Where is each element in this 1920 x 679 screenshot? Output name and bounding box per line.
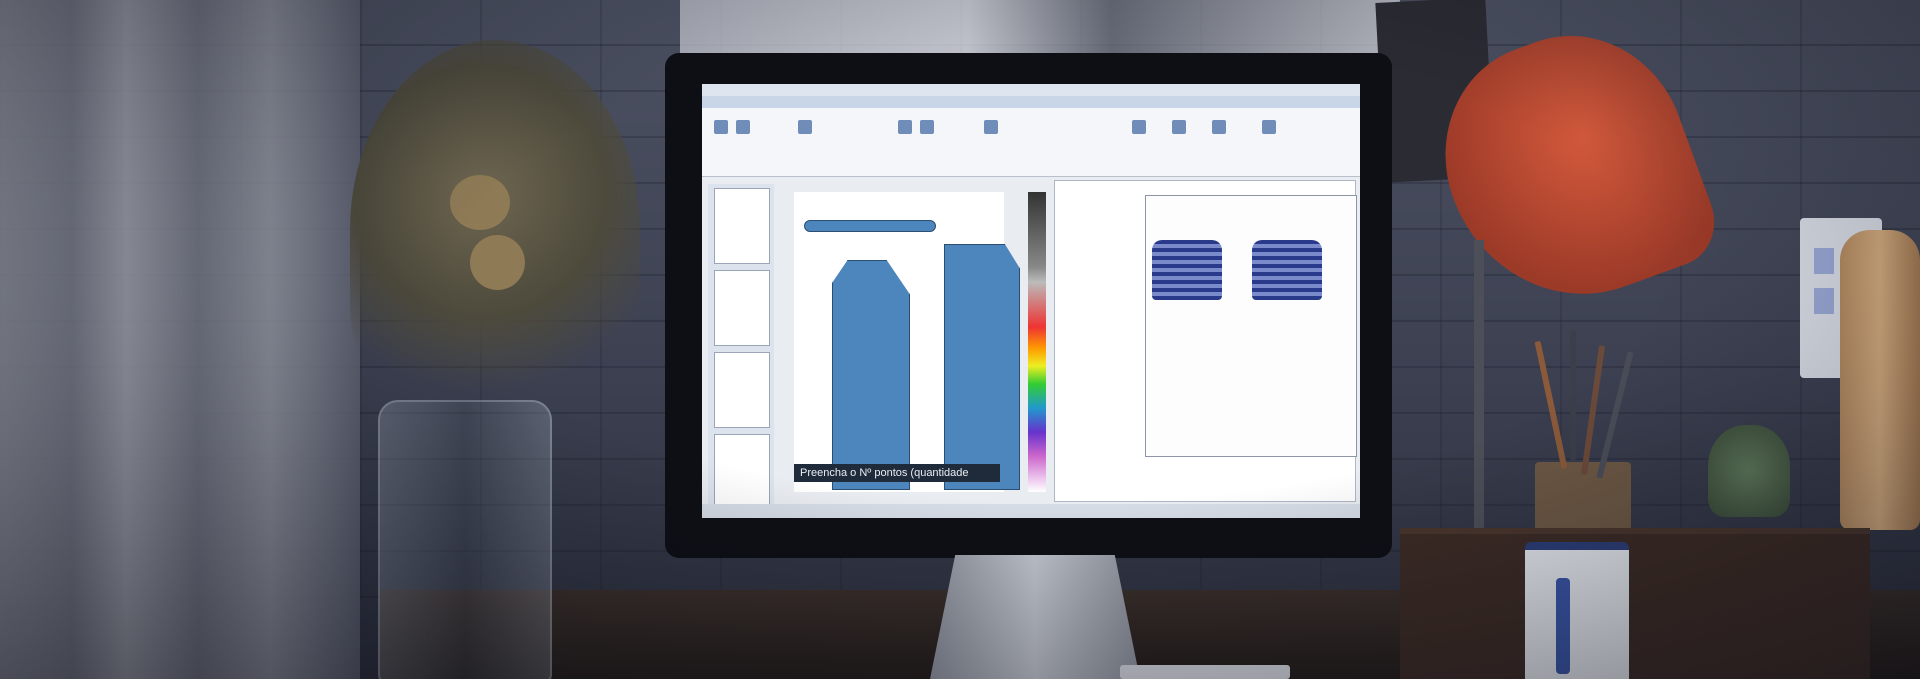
app-statusbar xyxy=(702,504,1360,518)
pinned-papers xyxy=(680,0,1400,60)
monitor-screen: Preencha o Nº pontos (quantidade xyxy=(702,84,1360,518)
wooden-mannequin xyxy=(1840,230,1920,530)
ribbon-tool-icon xyxy=(798,120,812,134)
ribbon-tabs xyxy=(702,96,1360,108)
wooden-box xyxy=(1400,528,1870,679)
pattern-canvas xyxy=(794,192,1020,492)
keyboard xyxy=(1120,665,1290,679)
pattern-piece-front xyxy=(832,260,910,490)
tech-sheet-page xyxy=(1145,195,1357,457)
photo-scene: Preencha o Nº pontos (quantidade xyxy=(0,0,1920,679)
cactus xyxy=(1708,425,1790,517)
polo-shirt-back xyxy=(1252,240,1322,300)
ribbon-tool-icon xyxy=(920,120,934,134)
pattern-piece-collar xyxy=(804,220,936,232)
piece-thumbnail xyxy=(714,270,770,346)
desk-lamp-arm xyxy=(1474,240,1484,530)
glass-vase xyxy=(378,400,552,679)
ribbon-tool-icon xyxy=(898,120,912,134)
color-swatch xyxy=(1814,248,1834,274)
piece-thumbnail xyxy=(714,352,770,428)
app-titlebar xyxy=(702,84,1360,96)
piece-thumbnail xyxy=(714,188,770,264)
mug-stripe xyxy=(1556,578,1570,674)
pieces-panel xyxy=(708,184,774,510)
flower-head xyxy=(450,175,510,230)
pencil xyxy=(1570,330,1576,460)
color-swatch xyxy=(1814,288,1834,314)
status-hint: Preencha o Nº pontos (quantidade xyxy=(794,464,1000,482)
tech-sheet-document xyxy=(1054,180,1357,502)
ribbon-tool-icon xyxy=(984,120,998,134)
flower-head xyxy=(470,235,525,290)
mug xyxy=(1525,542,1629,679)
ribbon-tool-icon xyxy=(1212,120,1226,134)
polo-shirt-front xyxy=(1152,240,1222,300)
ribbon-tool-icon xyxy=(1172,120,1186,134)
ribbon-tool-icon xyxy=(736,120,750,134)
monitor-stand xyxy=(930,555,1140,679)
curtain xyxy=(0,0,360,679)
dried-flower-bouquet xyxy=(350,40,640,420)
color-palette xyxy=(1028,192,1046,492)
ribbon-tool-icon xyxy=(714,120,728,134)
piece-thumbnail xyxy=(714,434,770,510)
app-ribbon xyxy=(702,84,1360,177)
ribbon-tool-icon xyxy=(1262,120,1276,134)
ribbon-tool-icon xyxy=(1132,120,1146,134)
pattern-piece-back xyxy=(944,244,1020,490)
